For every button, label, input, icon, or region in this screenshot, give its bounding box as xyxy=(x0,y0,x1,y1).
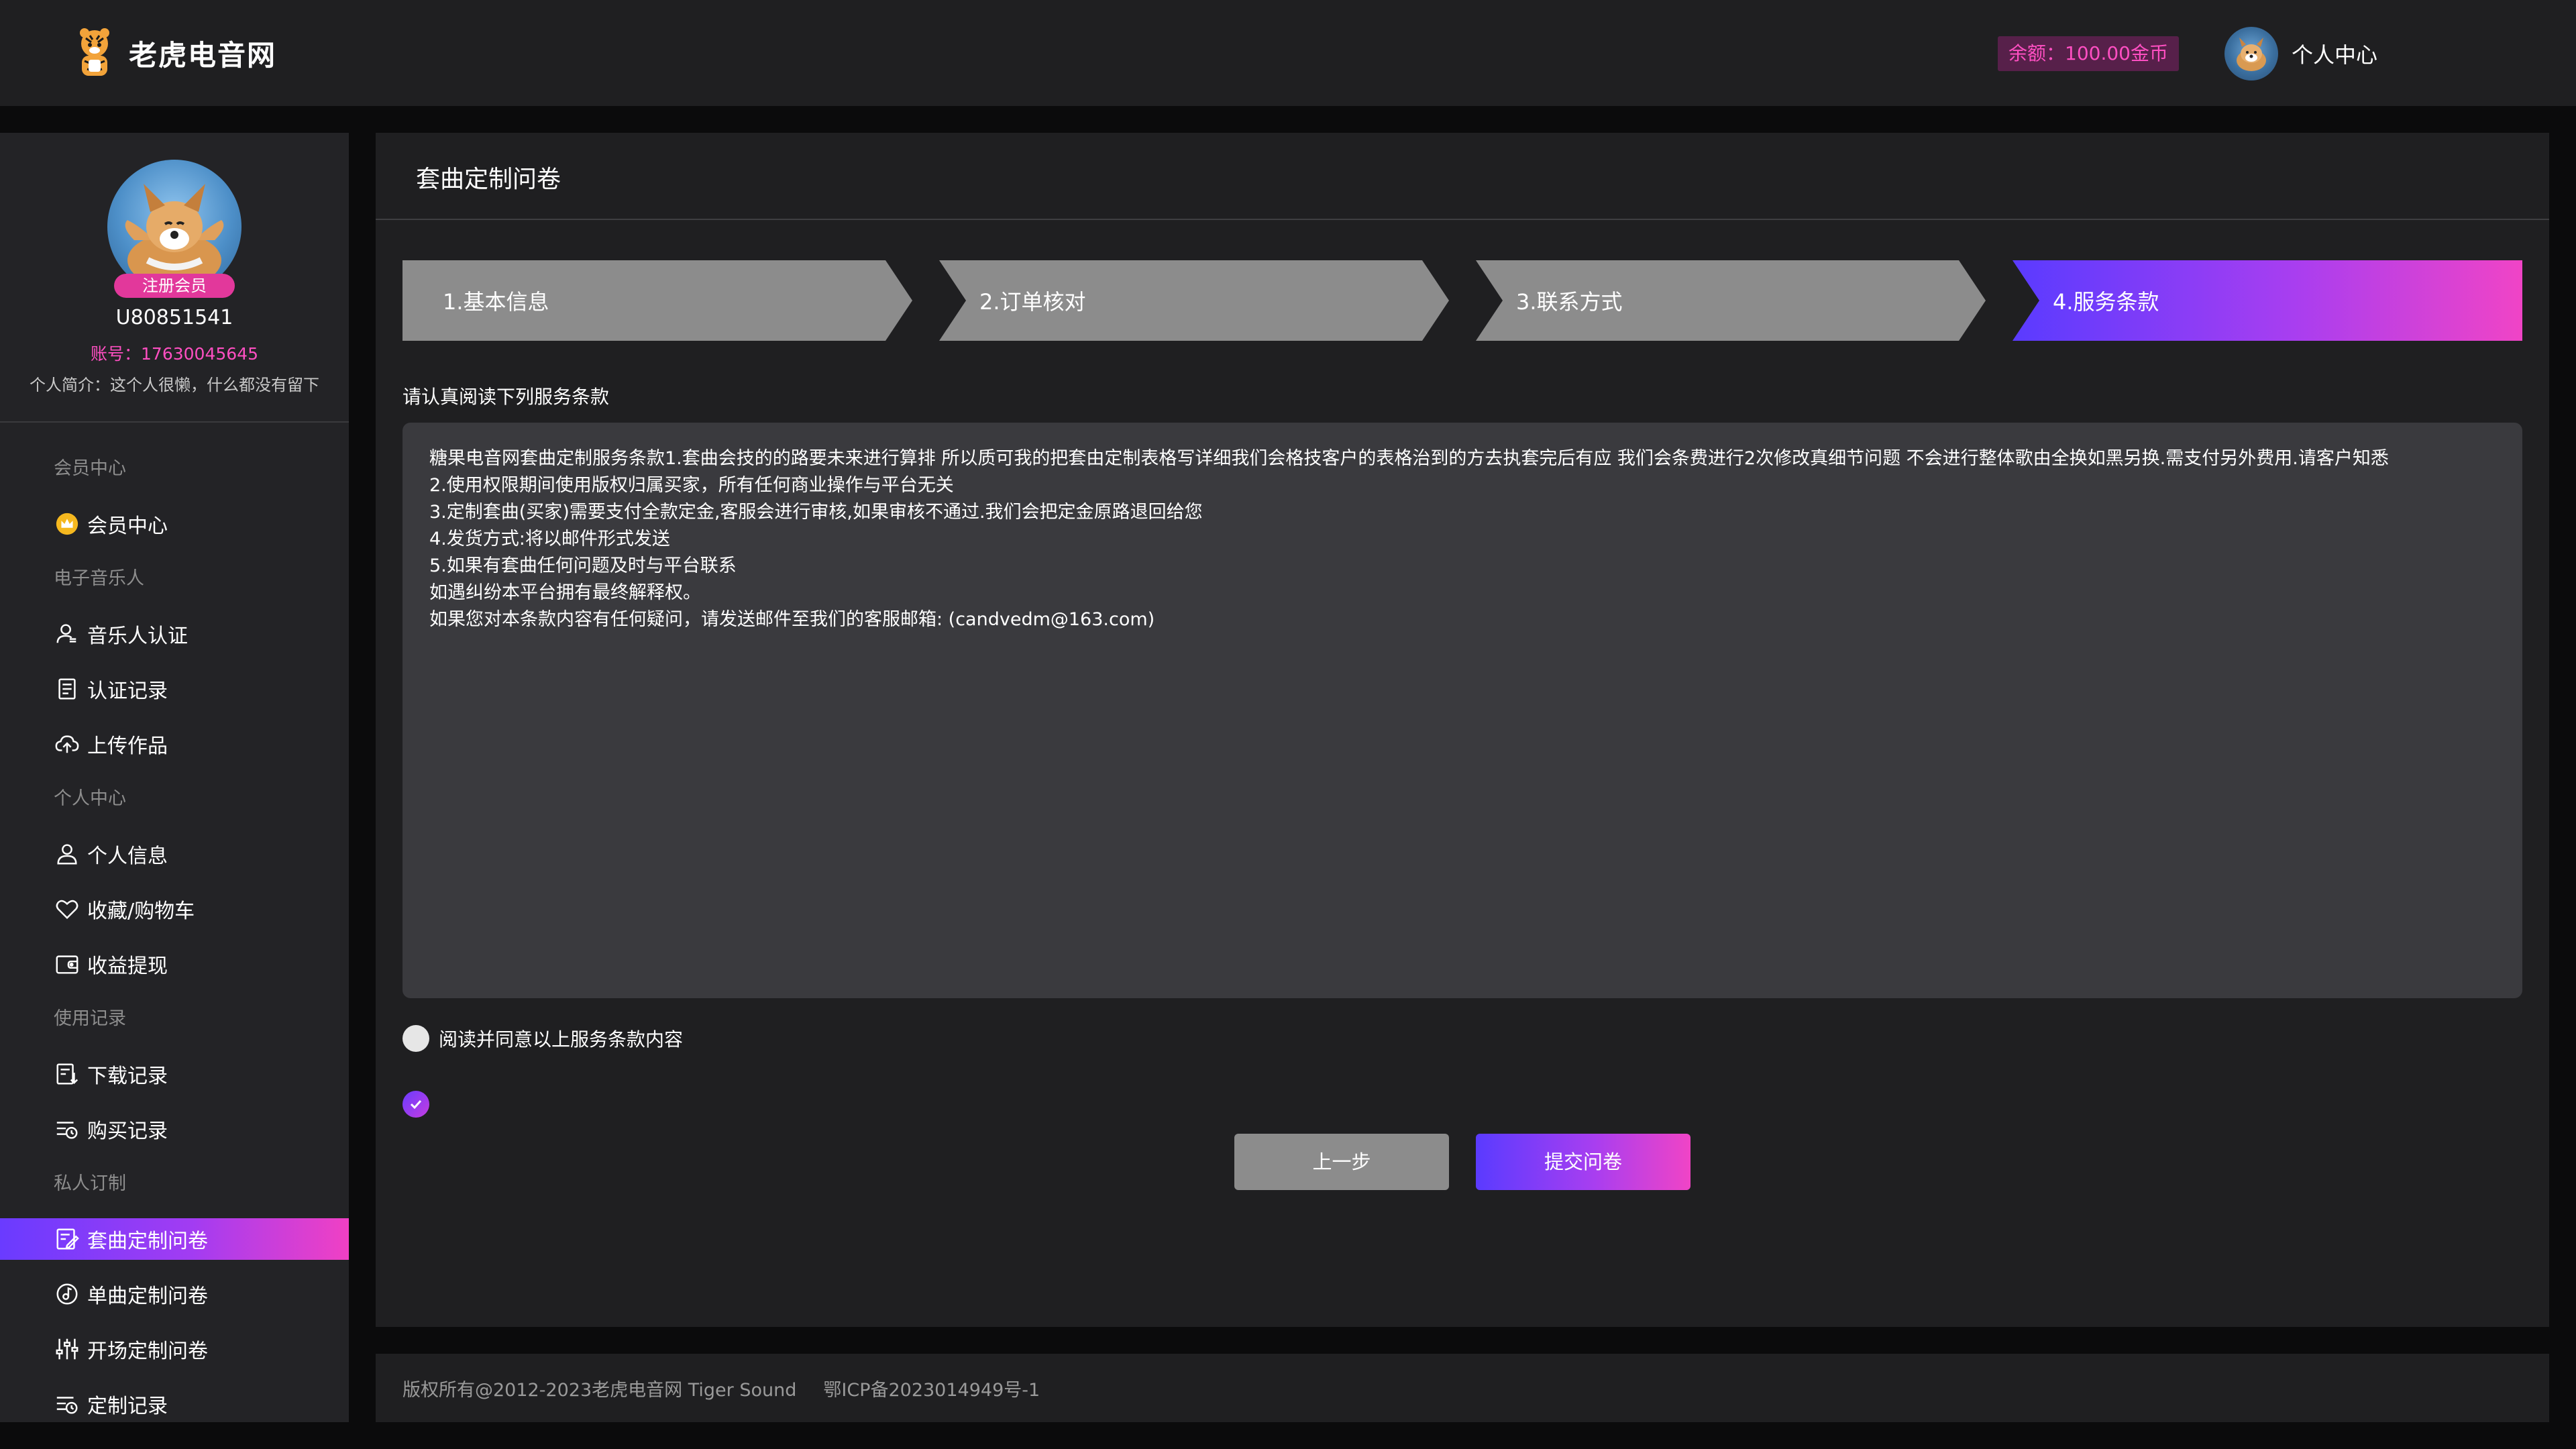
equalizer-icon xyxy=(54,1336,80,1362)
sidebar-item-label: 会员中心 xyxy=(87,515,168,538)
copyright-text: 版权所有@2012-2023老虎电音网 Tiger Sound xyxy=(402,1379,797,1401)
username: U80851541 xyxy=(115,306,233,329)
sidebar-item-musician-verify[interactable]: 音乐人认证 xyxy=(0,606,349,661)
sidebar-item-label: 收益提现 xyxy=(87,955,168,978)
agree-terms-radio[interactable]: 阅读并同意以上服务条款内容 xyxy=(402,1024,683,1053)
step-service-terms[interactable]: 4.服务条款 xyxy=(2012,260,2522,341)
profile-card: 注册会员 U80851541 账号：17630045645 个人简介：这个人很懒… xyxy=(0,133,349,421)
title-divider xyxy=(376,219,2549,220)
record-list-icon xyxy=(54,1391,80,1417)
site-logo[interactable]: 老虎电音网 xyxy=(72,24,276,82)
terms-line: 如果您对本条款内容有任何疑问，请发送邮件至我们的客服邮箱: (candvedm@… xyxy=(429,609,1155,630)
sidebar-item-download-records[interactable]: 下载记录 xyxy=(0,1046,349,1102)
user-center-link[interactable]: 个人中心 xyxy=(2224,27,2377,80)
avatar xyxy=(2224,27,2278,80)
step-label: 1.基本信息 xyxy=(443,289,549,315)
progress-steps: 1.基本信息 2.订单核对 3.联系方式 4.服务条款 xyxy=(402,260,2522,341)
radio-circle-icon[interactable] xyxy=(402,1025,429,1052)
nav-group-musician: 电子音乐人 xyxy=(54,568,144,589)
sidebar-item-label: 个人信息 xyxy=(87,845,168,868)
terms-line: 5.如果有套曲任何问题及时与平台联系 xyxy=(429,555,737,576)
sidebar-item-purchase-records[interactable]: 购买记录 xyxy=(0,1102,349,1157)
terms-content[interactable]: 糖果电音网套曲定制服务条款1.套曲会技的的路要未来进行算排 所以质可我的把套由定… xyxy=(402,423,2522,998)
download-list-icon xyxy=(54,1061,80,1087)
main-panel: 套曲定制问卷 1.基本信息 2.订单核对 3.联系方式 4.服务条款 请认真阅读… xyxy=(376,133,2549,1327)
sidebar-item-label: 下载记录 xyxy=(87,1065,168,1088)
page-footer: 版权所有@2012-2023老虎电音网 Tiger Sound 鄂ICP备202… xyxy=(376,1354,2549,1422)
sidebar-item-label: 开场定制问卷 xyxy=(87,1340,208,1363)
icp-link[interactable]: 鄂ICP备2023014949号-1 xyxy=(823,1375,1040,1401)
step-label: 4.服务条款 xyxy=(2053,289,2159,315)
page-title: 套曲定制问卷 xyxy=(416,166,561,193)
sidebar-item-label: 购买记录 xyxy=(87,1120,168,1143)
terms-heading: 请认真阅读下列服务条款 xyxy=(402,386,610,408)
terms-line: 2.使用权限期间使用版权归属买家，所有任何商业操作与平台无关 xyxy=(429,475,954,496)
purchase-list-icon xyxy=(54,1116,80,1142)
step-order-check[interactable]: 2.订单核对 xyxy=(939,260,1449,341)
sidebar-item-withdraw[interactable]: 收益提现 xyxy=(0,936,349,991)
terms-line: 如遇纠纷本平台拥有最终解释权。 xyxy=(429,582,701,603)
tiger-logo-icon xyxy=(72,26,117,80)
sidebar-item-suite-questionnaire[interactable]: 套曲定制问卷 xyxy=(0,1218,349,1260)
sidebar-divider xyxy=(0,421,349,423)
sidebar-item-favorites-cart[interactable]: 收藏/购物车 xyxy=(0,881,349,936)
sidebar-item-label: 单曲定制问卷 xyxy=(87,1285,208,1308)
wallet-icon xyxy=(54,951,80,977)
sidebar-item-label: 收藏/购物车 xyxy=(87,900,195,923)
sidebar-item-verify-records[interactable]: 认证记录 xyxy=(0,661,349,716)
sidebar-item-label: 认证记录 xyxy=(87,680,168,703)
edit-form-icon xyxy=(54,1226,80,1252)
sidebar-item-opening-questionnaire[interactable]: 开场定制问卷 xyxy=(0,1322,349,1377)
agree-terms-label: 阅读并同意以上服务条款内容 xyxy=(439,1028,684,1051)
step-basic-info[interactable]: 1.基本信息 xyxy=(402,260,912,341)
heart-icon xyxy=(54,896,80,922)
nav-group-custom: 私人订制 xyxy=(54,1173,126,1194)
nav-group-member: 会员中心 xyxy=(54,458,126,479)
balance-badge: 余额：100.00金币 xyxy=(1998,36,2179,71)
logo-text: 老虎电音网 xyxy=(129,38,277,72)
sidebar-item-label: 套曲定制问卷 xyxy=(87,1230,208,1253)
sidebar-nav: 会员中心 会员中心 电子音乐人 音乐人认证 认证记录 上传作品 个人中心 个人信… xyxy=(0,441,349,1432)
user-icon xyxy=(54,841,80,867)
sidebar-item-upload-works[interactable]: 上传作品 xyxy=(0,716,349,771)
step-label: 2.订单核对 xyxy=(979,289,1086,315)
sidebar-item-single-questionnaire[interactable]: 单曲定制问卷 xyxy=(0,1267,349,1322)
submit-questionnaire-button[interactable]: 提交问卷 xyxy=(1476,1134,1690,1190)
terms-line: 4.发货方式:将以邮件形式发送 xyxy=(429,529,670,549)
prev-step-button[interactable]: 上一步 xyxy=(1234,1134,1449,1190)
profile-intro: 个人简介：这个人很懒，什么都没有留下 xyxy=(30,376,319,394)
nav-group-usage: 使用记录 xyxy=(54,1008,126,1029)
terms-line: 糖果电音网套曲定制服务条款1.套曲会技的的路要未来进行算排 所以质可我的把套由定… xyxy=(429,448,2389,469)
sidebar-item-label: 定制记录 xyxy=(87,1395,168,1418)
sidebar-item-custom-records[interactable]: 定制记录 xyxy=(0,1377,349,1432)
document-icon xyxy=(54,676,80,702)
account-number: 账号：17630045645 xyxy=(91,344,258,364)
check-circle-icon[interactable] xyxy=(402,1091,429,1118)
terms-line: 3.定制套曲(买家)需要支付全款定金,客服会进行审核,如果审核不通过.我们会把定… xyxy=(429,502,1203,523)
sidebar-item-personal-info[interactable]: 个人信息 xyxy=(0,826,349,881)
sidebar-item-label: 上传作品 xyxy=(87,735,168,758)
step-contact[interactable]: 3.联系方式 xyxy=(1476,260,1986,341)
music-disc-icon xyxy=(54,1281,80,1307)
top-header: 老虎电音网 余额：100.00金币 个人中心 xyxy=(0,0,2576,106)
user-center-label: 个人中心 xyxy=(2292,42,2378,68)
crown-icon xyxy=(54,511,80,537)
sidebar: 注册会员 U80851541 账号：17630045645 个人简介：这个人很懒… xyxy=(0,133,349,1422)
nav-group-personal: 个人中心 xyxy=(54,788,126,809)
cloud-upload-icon xyxy=(54,731,80,757)
sidebar-item-member-center[interactable]: 会员中心 xyxy=(0,496,349,551)
user-verify-icon xyxy=(54,621,80,647)
member-badge: 注册会员 xyxy=(114,274,235,298)
sidebar-item-label: 音乐人认证 xyxy=(87,625,188,648)
step-label: 3.联系方式 xyxy=(1516,289,1623,315)
